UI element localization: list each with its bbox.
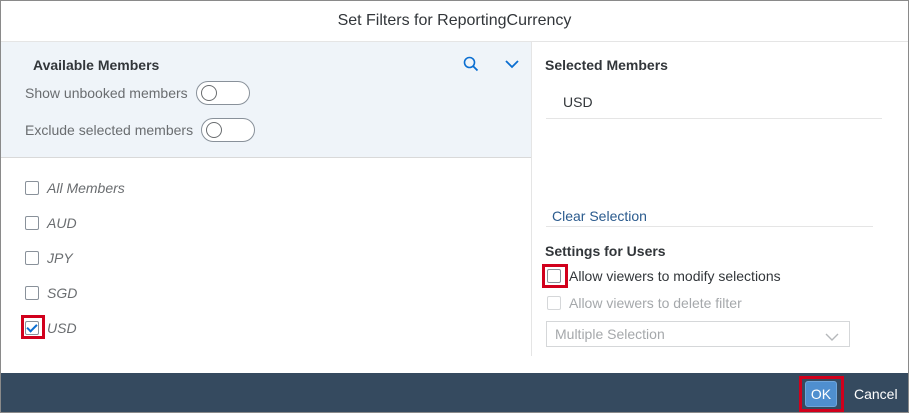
show-unbooked-label: Show unbooked members bbox=[25, 85, 188, 101]
clear-selection-link[interactable]: Clear Selection bbox=[552, 208, 647, 224]
exclude-selected-switch[interactable] bbox=[201, 118, 256, 142]
exclude-selected-row: Exclude selected members bbox=[25, 118, 256, 142]
filter-dialog: Set Filters for ReportingCurrency Availa… bbox=[0, 0, 909, 413]
member-checkbox[interactable] bbox=[25, 216, 39, 230]
switch-knob bbox=[206, 122, 223, 138]
member-label: USD bbox=[47, 320, 77, 336]
dialog-title-text: Set Filters for ReportingCurrency bbox=[337, 12, 572, 29]
selected-members-title: Selected Members bbox=[545, 57, 668, 73]
allow-modify-row[interactable]: Allow viewers to modify selections bbox=[547, 268, 781, 284]
dialog-footer: OK Cancel bbox=[1, 373, 908, 412]
switch-knob bbox=[200, 85, 217, 101]
member-label: SGD bbox=[47, 285, 78, 301]
member-checkbox[interactable] bbox=[25, 181, 39, 195]
selected-member-item[interactable]: USD bbox=[563, 94, 593, 110]
selection-mode-select: Multiple Selection bbox=[546, 321, 850, 347]
available-members-title: Available Members bbox=[33, 57, 160, 73]
member-checkbox[interactable] bbox=[25, 286, 39, 300]
selected-divider bbox=[546, 118, 882, 119]
allow-modify-label: Allow viewers to modify selections bbox=[569, 268, 781, 284]
allow-delete-row: Allow viewers to delete filter bbox=[547, 295, 742, 311]
member-label: All Members bbox=[47, 180, 125, 196]
member-item-usd[interactable]: USD bbox=[25, 318, 77, 338]
ok-button[interactable]: OK bbox=[805, 381, 837, 407]
allow-delete-checkbox bbox=[547, 296, 561, 310]
allow-delete-label: Allow viewers to delete filter bbox=[569, 295, 742, 311]
member-item-aud[interactable]: AUD bbox=[25, 213, 77, 233]
search-icon[interactable] bbox=[460, 53, 482, 75]
dialog-title: Set Filters for ReportingCurrency bbox=[1, 1, 908, 42]
chevron-down-icon bbox=[825, 329, 839, 345]
ok-button-label: OK bbox=[810, 386, 832, 402]
member-label: JPY bbox=[47, 250, 73, 266]
member-item-jpy[interactable]: JPY bbox=[25, 248, 73, 268]
exclude-selected-label: Exclude selected members bbox=[25, 122, 194, 138]
member-item-all[interactable]: All Members bbox=[25, 178, 125, 198]
member-label: AUD bbox=[47, 215, 77, 231]
pane-divider bbox=[531, 42, 532, 356]
selection-mode-value: Multiple Selection bbox=[555, 326, 665, 342]
cancel-button[interactable]: Cancel bbox=[854, 386, 898, 402]
member-checkbox-checked[interactable] bbox=[25, 321, 39, 335]
show-unbooked-row: Show unbooked members bbox=[25, 81, 250, 105]
chevron-down-icon[interactable] bbox=[501, 53, 523, 75]
clear-divider bbox=[546, 226, 873, 227]
member-checkbox[interactable] bbox=[25, 251, 39, 265]
allow-modify-checkbox[interactable] bbox=[547, 269, 561, 283]
settings-title: Settings for Users bbox=[545, 243, 666, 259]
show-unbooked-switch[interactable] bbox=[195, 81, 250, 105]
member-item-sgd[interactable]: SGD bbox=[25, 283, 77, 303]
available-members-header: Available Members Show unbooked members … bbox=[1, 42, 531, 158]
